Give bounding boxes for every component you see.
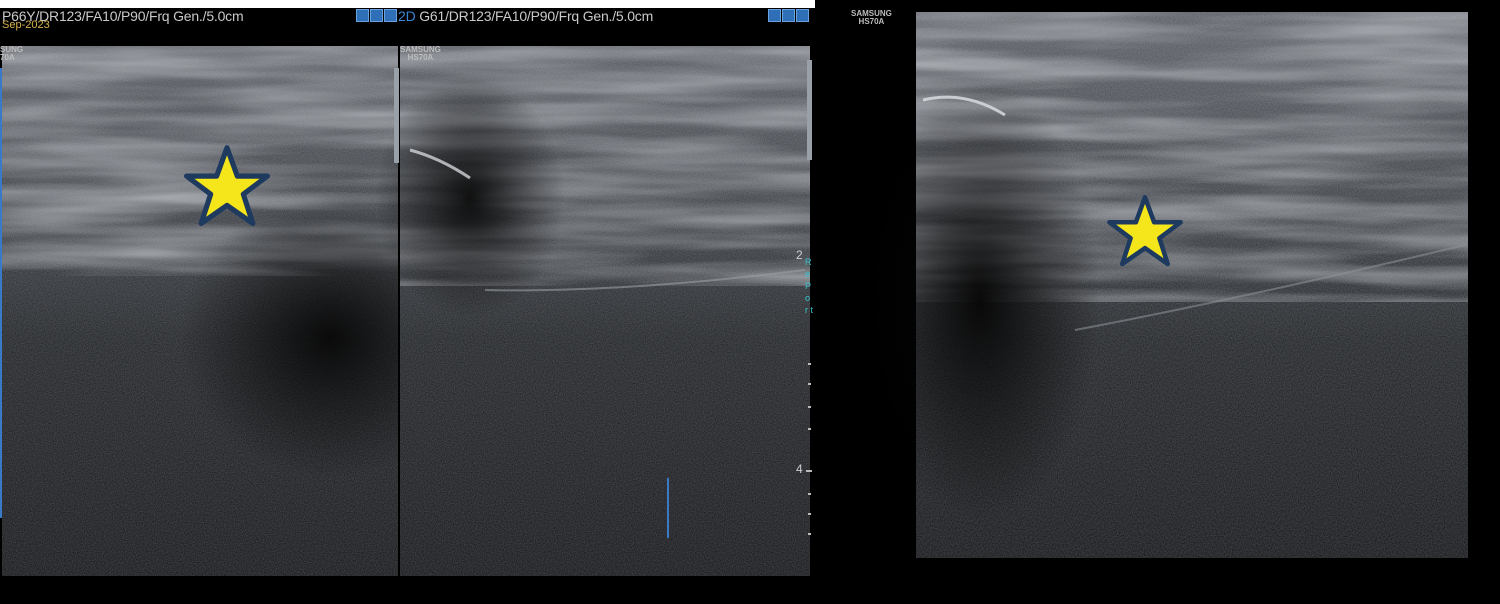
exam-date: Sep-2023 [2,19,50,31]
mode-icon-group-left[interactable] [356,9,397,22]
mode-icon-group-right[interactable] [768,9,809,22]
depth-tick [808,493,811,495]
depth-tick [808,513,811,515]
depth-tick [806,470,812,472]
right-ultrasound-panel: SAMSUNG HS70A [815,0,1500,604]
mode-icon[interactable] [796,9,809,22]
depth-label-4: 4 [796,462,803,476]
mode-icon[interactable] [384,9,397,22]
mode-icon[interactable] [782,9,795,22]
scan-parameters-header-right: 2D G61/DR123/FA10/P90/Frq Gen./5.0cm [398,8,654,24]
report-side-label: Re Po r t [805,257,813,315]
ultrasound-scan-left [0,46,812,576]
caliper-marker [667,478,669,538]
mode-icon[interactable] [356,9,369,22]
depth-tick [808,406,811,408]
depth-tick [808,428,811,430]
star-marker-icon [1107,195,1183,267]
device-badge-middle: SAMSUNG HS70A [400,45,441,62]
depth-label-2: 2 [796,248,803,262]
depth-tick [808,533,811,535]
mode-icon[interactable] [768,9,781,22]
device-badge-left: SUNG 70A [0,45,24,62]
depth-tick [808,363,811,365]
ultrasound-scan-right [860,12,1468,558]
left-ultrasound-panel: P66Y/DR123/FA10/P90/Frq Gen./5.0cm 2D G6… [0,8,815,604]
star-marker-icon [184,145,270,226]
device-badge-right: SAMSUNG HS70A [851,9,892,26]
top-white-strip [0,0,815,8]
mode-icon[interactable] [370,9,383,22]
depth-tick [808,383,811,385]
